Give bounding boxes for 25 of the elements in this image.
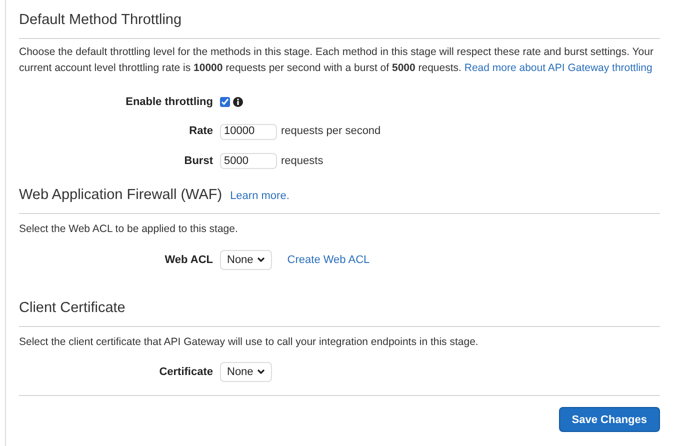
section-title: Web Application Firewall (WAF) [19, 186, 222, 206]
learn-more-link[interactable]: Learn more. [230, 188, 290, 205]
chevron-down-icon [257, 256, 266, 263]
section-title: Client Certificate [19, 298, 126, 318]
number-field[interactable]: 5000 [220, 153, 277, 169]
field-label: Certificate [158, 365, 213, 380]
field-label: Burst [183, 154, 213, 169]
enable-checkbox[interactable] [220, 97, 230, 107]
read-more-link[interactable]: Read more about API Gateway throttling [464, 62, 652, 74]
field-label: Rate [188, 124, 213, 140]
description-text: Choose the default throttling level for the methods in this stage. Each method in this stage will respect these rate and burst settings. Your current account level throttling rate is 10000 requests per second with a burst of 5000 requests. Read more about API Gateway throttling [19, 44, 654, 76]
number-field[interactable]: 10000 [220, 124, 277, 140]
description-text: Select the Web ACL to be applied to this stage. [19, 222, 239, 237]
info-icon[interactable] [233, 97, 243, 107]
select-field[interactable]: None [220, 250, 272, 270]
chevron-down-icon [257, 369, 266, 376]
unit-label: requests [281, 154, 324, 169]
select-field[interactable]: None [220, 362, 272, 382]
unit-label: requests per second [281, 124, 381, 140]
save-button[interactable]: Save Changes [558, 407, 660, 432]
field-label: Web ACL [164, 252, 213, 268]
description-text: Select the client certificate that API Gateway will use to call your integration endpoints in this stage. [19, 334, 480, 350]
create-web-acl-link[interactable]: Create Web ACL [287, 252, 370, 268]
section-title: Default Method Throttling [19, 11, 182, 30]
field-label: Enable throttling [124, 94, 213, 110]
